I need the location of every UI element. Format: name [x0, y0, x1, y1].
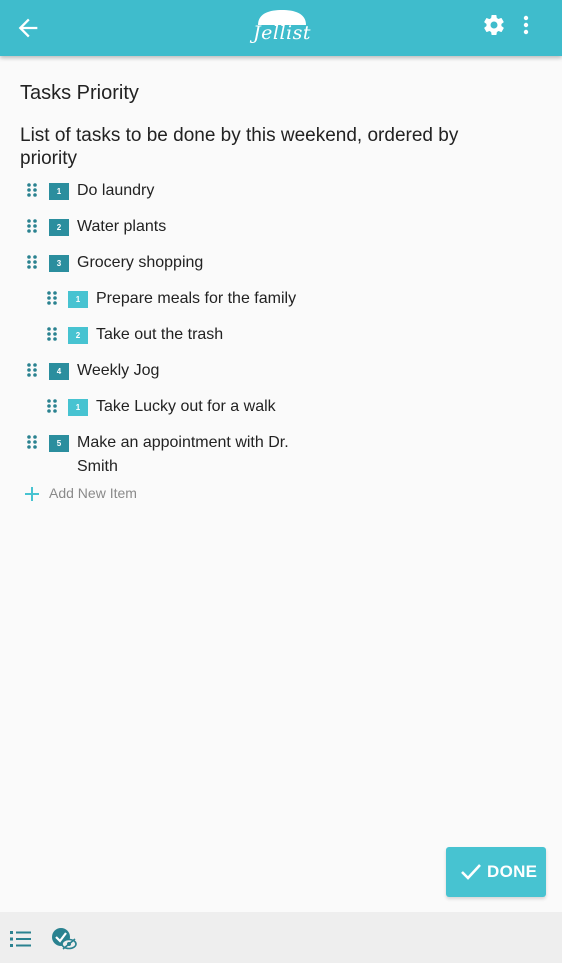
item-label[interactable]: Make an appointment with Dr. Smith: [77, 431, 317, 479]
gear-icon[interactable]: [482, 13, 506, 37]
list-item[interactable]: 1 Do laundry: [0, 172, 562, 208]
arrow-back-icon[interactable]: [14, 14, 42, 42]
priority-badge: 2: [49, 219, 69, 236]
list-item[interactable]: 3 Grocery shopping: [0, 244, 562, 280]
list-view-icon[interactable]: [10, 930, 32, 948]
list-item[interactable]: 1 Take Lucky out for a walk: [0, 388, 562, 424]
app-bar: Jellist: [0, 0, 562, 56]
list-title[interactable]: Tasks Priority: [20, 82, 139, 105]
more-vert-icon[interactable]: [516, 13, 536, 37]
add-new-item-label: Add New Item: [49, 485, 137, 501]
item-label[interactable]: Grocery shopping: [77, 251, 203, 275]
item-label[interactable]: Do laundry: [77, 179, 154, 203]
task-list: 1 Do laundry 2 Water plants 3 Grocery sh…: [0, 172, 562, 482]
drag-handle-icon[interactable]: [26, 434, 38, 450]
list-item[interactable]: 4 Weekly Jog: [0, 352, 562, 388]
logo-text: Jellist: [253, 22, 311, 44]
drag-handle-icon[interactable]: [26, 254, 38, 270]
priority-badge: 1: [49, 183, 69, 200]
priority-badge: 4: [49, 363, 69, 380]
hide-completed-icon[interactable]: [50, 926, 78, 952]
drag-handle-icon[interactable]: [26, 218, 38, 234]
done-label: DONE: [487, 862, 538, 881]
priority-badge: 1: [68, 399, 88, 416]
item-label[interactable]: Water plants: [77, 215, 166, 239]
plus-icon: [24, 486, 40, 502]
drag-handle-icon[interactable]: [46, 290, 58, 306]
add-new-item-button[interactable]: Add New Item: [0, 482, 300, 506]
item-label[interactable]: Prepare meals for the family: [96, 287, 296, 311]
list-description[interactable]: List of tasks to be done by this weekend…: [20, 124, 510, 170]
priority-badge: 5: [49, 435, 69, 452]
priority-badge: 1: [68, 291, 88, 308]
list-item[interactable]: 5 Make an appointment with Dr. Smith: [0, 424, 562, 482]
priority-badge: 3: [49, 255, 69, 272]
item-label[interactable]: Weekly Jog: [77, 359, 159, 383]
done-button[interactable]: DONE: [446, 847, 546, 897]
item-label[interactable]: Take Lucky out for a walk: [96, 395, 276, 419]
drag-handle-icon[interactable]: [46, 326, 58, 342]
list-item[interactable]: 1 Prepare meals for the family: [0, 280, 562, 316]
list-item[interactable]: 2 Take out the trash: [0, 316, 562, 352]
app-logo: Jellist: [252, 9, 312, 43]
drag-handle-icon[interactable]: [26, 362, 38, 378]
priority-badge: 2: [68, 327, 88, 344]
item-label[interactable]: Take out the trash: [96, 323, 223, 347]
check-icon: [460, 862, 482, 882]
drag-handle-icon[interactable]: [46, 398, 58, 414]
list-item[interactable]: 2 Water plants: [0, 208, 562, 244]
drag-handle-icon[interactable]: [26, 182, 38, 198]
bottom-bar: [0, 912, 562, 963]
